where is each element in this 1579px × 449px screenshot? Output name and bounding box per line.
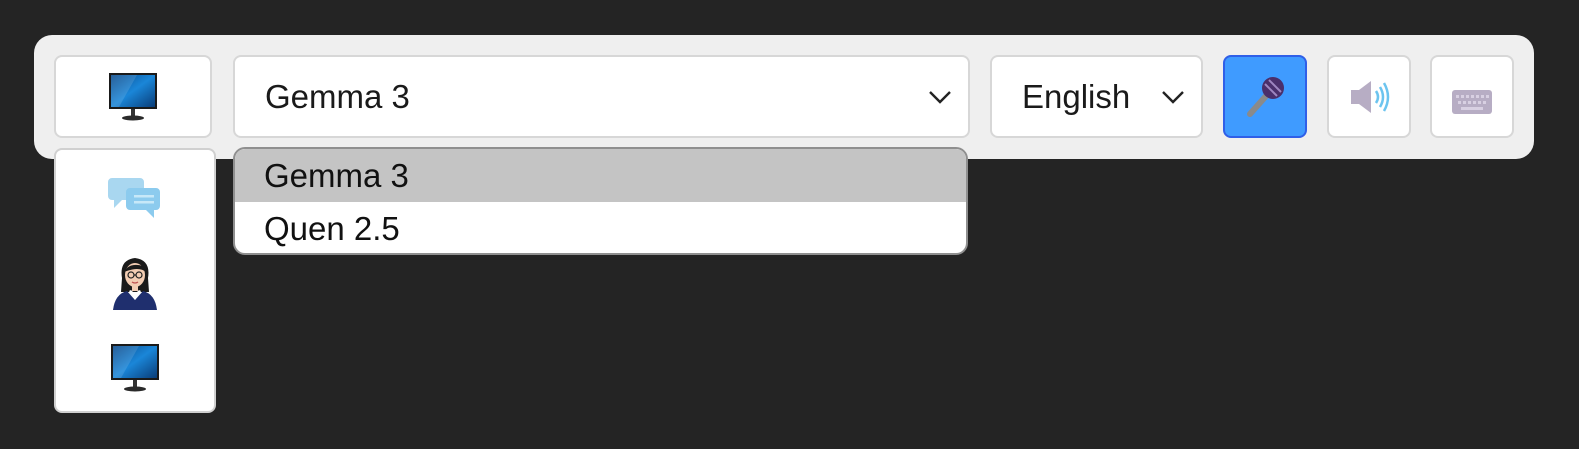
monitor-icon <box>109 72 157 120</box>
language-select-value: English <box>1022 77 1131 115</box>
monitor-icon <box>111 344 159 392</box>
model-option-quen-2-5[interactable]: Quen 2.5 <box>235 202 966 253</box>
model-select[interactable]: Gemma 3 <box>233 55 970 138</box>
language-select[interactable]: English <box>990 55 1203 138</box>
chevron-down-icon <box>929 90 951 104</box>
model-dropdown-menu: Gemma 3 Quen 2.5 <box>233 147 968 255</box>
speaker-button[interactable] <box>1327 55 1411 138</box>
keyboard-button[interactable] <box>1430 55 1514 138</box>
view-option-chat[interactable] <box>56 156 214 236</box>
speaker-icon <box>1351 80 1390 113</box>
microphone-button[interactable] <box>1223 55 1307 138</box>
model-select-value: Gemma 3 <box>265 77 410 115</box>
toolbar: Gemma 3 English <box>34 35 1534 159</box>
microphone-icon <box>1247 76 1284 117</box>
model-option-gemma-3[interactable]: Gemma 3 <box>235 149 966 202</box>
view-option-avatar[interactable] <box>56 242 214 322</box>
avatar-woman-icon <box>113 258 157 310</box>
keyboard-icon <box>1452 89 1492 114</box>
view-mode-button[interactable] <box>54 55 212 138</box>
view-mode-menu <box>54 148 216 413</box>
chat-bubbles-icon <box>108 178 160 218</box>
chevron-down-icon <box>1162 90 1184 104</box>
view-option-monitor[interactable] <box>56 328 214 408</box>
